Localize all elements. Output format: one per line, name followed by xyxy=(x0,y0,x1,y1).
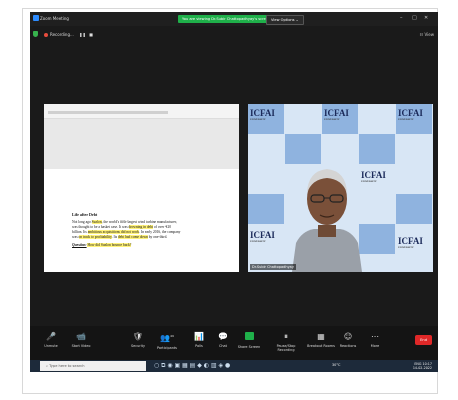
toolbar-strip xyxy=(48,111,168,114)
unmute-button[interactable]: 🎤 Unmute xyxy=(36,332,66,348)
question-label: Question: xyxy=(72,243,87,247)
splitter[interactable] xyxy=(240,104,247,272)
share-screen-button[interactable]: Share Screen xyxy=(234,332,264,349)
minimize-icon[interactable]: – xyxy=(400,15,403,21)
backdrop-tile xyxy=(359,134,395,164)
breakout-rooms-icon: ▦ xyxy=(317,332,325,341)
highlighted-text: Suzlon xyxy=(91,220,102,224)
icfai-logo: ICFAI UNIVERSITY xyxy=(250,230,275,243)
recording-dot-icon xyxy=(44,33,48,37)
system-tray[interactable]: ENG 10:17 14-02-2022 xyxy=(413,362,432,370)
icfai-logo: ICFAI UNIVERSITY xyxy=(398,108,423,121)
backdrop-tile xyxy=(396,194,432,224)
icfai-logo: ICFAI UNIVERSITY xyxy=(398,236,423,249)
breakout-rooms-button[interactable]: ▦ Breakout Rooms xyxy=(306,332,336,348)
view-button[interactable]: ☷ View xyxy=(420,32,434,37)
more-icon: ⋯ xyxy=(371,332,379,341)
start-video-button[interactable]: 📹 Start Video xyxy=(66,332,96,348)
backdrop-tile xyxy=(248,194,284,224)
paragraph-part: Not long ago xyxy=(72,220,92,224)
windows-taskbar: ⌕ Type here to search ○ ⧉ ◉ ▣ ▦ ▤ ◆ ◐ ▥ … xyxy=(30,360,438,372)
highlighted-text: debt had come down xyxy=(118,235,148,239)
zoom-logo-icon xyxy=(33,15,39,21)
window-title: Zoom Meeting xyxy=(40,16,69,21)
recording-indicator: Recording... ❚❚ ■ xyxy=(44,32,93,37)
recording-icon: ⏸ xyxy=(284,332,288,341)
shield-icon: 🛡 xyxy=(132,332,144,341)
icfai-logo: ICFAI UNIVERSITY xyxy=(250,108,275,121)
icfai-logo: ICFAI UNIVERSITY xyxy=(324,108,349,121)
title-bar: Zoom Meeting You are viewing Dr.Subir Ch… xyxy=(30,12,438,26)
speaker-name-tag: Dr.Subir Chattopadhyay xyxy=(250,264,296,270)
clock-date: 14-02-2022 xyxy=(412,366,432,370)
speaker-portrait xyxy=(292,169,362,272)
share-screen-icon xyxy=(234,332,264,342)
taskbar-search-box[interactable]: ⌕ Type here to search xyxy=(40,361,146,371)
recording-label: Recording... xyxy=(50,32,74,37)
taskbar-app-icons[interactable]: ○ ⧉ ◉ ▣ ▦ ▤ ◆ ◐ ▥ ◈ ● xyxy=(154,362,230,370)
speaker-video: ICFAI UNIVERSITY ICFAI UNIVERSITY ICFAI UNI… xyxy=(248,104,433,272)
reactions-button[interactable]: ☺ Reactions xyxy=(333,332,363,348)
participants-icon: 👥49 xyxy=(160,333,174,343)
paragraph-part: by one-third. xyxy=(147,235,168,239)
question-text: How did Suzlon bounce back? xyxy=(87,243,132,247)
weather-widget[interactable]: 30°C xyxy=(332,363,340,367)
participants-count: 49 xyxy=(170,334,174,338)
stop-recording-icon[interactable]: ■ xyxy=(89,32,93,37)
reactions-icon: ☺ xyxy=(343,332,353,341)
screen-share-banner: You are viewing Dr.Subir Chattopadhyay's… xyxy=(178,15,275,23)
participants-button[interactable]: 👥49 Participants xyxy=(152,332,182,350)
microphone-icon: 🎤 xyxy=(46,332,56,341)
icfai-logo: ICFAI UNIVERSITY xyxy=(361,170,386,183)
encryption-shield-icon xyxy=(33,31,38,37)
document-text: Life after Debt Not long ago Suzlon, the… xyxy=(72,212,182,248)
view-options-button[interactable]: View Options ⌄ xyxy=(266,15,304,25)
pause-stop-recording-button[interactable]: ⏸ Pause/Stop Recording xyxy=(268,332,304,352)
document-heading: Life after Debt xyxy=(72,212,98,217)
security-button[interactable]: 🛡 Security xyxy=(123,332,153,348)
highlighted-text: on track to profitability xyxy=(78,235,112,239)
document-toolbar xyxy=(44,104,239,119)
document-background xyxy=(44,119,239,169)
highlighted-text: drowning in debt xyxy=(128,225,154,229)
close-icon[interactable]: ✕ xyxy=(424,15,428,21)
more-button[interactable]: ⋯ More xyxy=(360,332,390,348)
highlighted-text: ambitious acquisitions did not work xyxy=(87,230,140,234)
backdrop-tile xyxy=(359,224,395,254)
shared-document: Life after Debt Not long ago Suzlon, the… xyxy=(44,104,239,272)
search-placeholder: Type here to search xyxy=(49,364,85,368)
question: Question: How did Suzlon bounce back? xyxy=(72,243,182,248)
maximize-icon[interactable]: □ xyxy=(412,15,417,21)
video-camera-icon: 📹 xyxy=(76,332,86,341)
zoom-window: Zoom Meeting You are viewing Dr.Subir Ch… xyxy=(30,12,438,372)
end-meeting-button[interactable]: End xyxy=(415,335,432,345)
pause-recording-icon[interactable]: ❚❚ xyxy=(79,32,86,37)
meeting-controls: 🎤 Unmute 📹 Start Video 🛡 Security 👥49 Partic… xyxy=(30,326,438,360)
